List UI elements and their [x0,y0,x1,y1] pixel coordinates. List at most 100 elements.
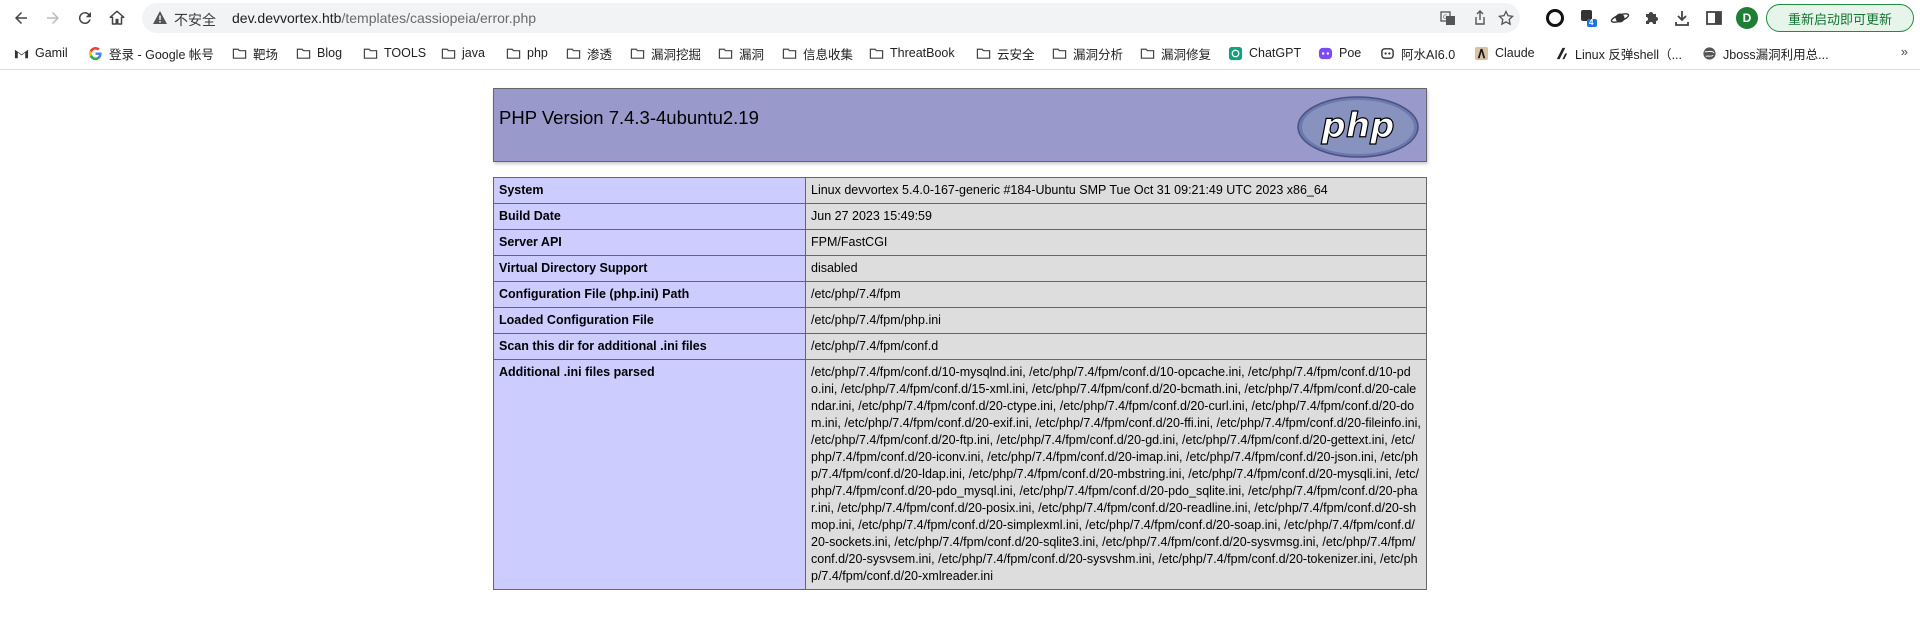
back-arrow-icon[interactable] [9,6,33,30]
browser-toolbar: 不安全 dev.devvortex.htb/templates/cassiope… [0,0,1920,36]
folder-icon [1052,46,1067,61]
bookmark-label: 信息收集 [803,47,854,62]
profile-avatar[interactable]: D [1736,7,1758,29]
globe-icon [1702,46,1717,61]
gmail-icon [14,46,29,61]
folder-icon [976,46,991,61]
folder-icon [296,46,311,61]
table-row: Virtual Directory Support disabled [493,255,1427,282]
folder-icon [782,46,797,61]
translate-icon[interactable]: G [1440,10,1456,26]
folder-icon [441,46,456,61]
download-icon[interactable] [1672,8,1692,28]
bookmark-ashui-ai[interactable]: 阿水AI6.0 [1380,44,1455,62]
php-logo[interactable]: php [1296,96,1420,158]
table-row: Scan this dir for additional .ini files … [493,333,1427,360]
info-value: Jun 27 2023 15:49:59 [805,203,1427,230]
folder-icon [630,46,645,61]
security-label[interactable]: 不安全 [174,10,216,30]
bookmarks-bar: Gamil 登录 - Google 帐号 靶场 Blog TOOLS java … [0,36,1920,70]
bookmark-folder-php[interactable]: php [506,44,548,62]
table-row: System Linux devvortex 5.4.0-167-generic… [493,177,1427,204]
bookmark-label: 漏洞修复 [1161,47,1212,62]
info-key: Scan this dir for additional .ini files [493,333,806,360]
info-value: /etc/php/7.4/fpm/conf.d [805,333,1427,360]
bookmark-folder-info-gathering[interactable]: 信息收集 [782,44,853,62]
claude-icon [1474,46,1489,61]
php-version-header: PHP Version 7.4.3-4ubuntu2.19 php [493,88,1427,162]
table-row: Loaded Configuration File /etc/php/7.4/f… [493,307,1427,334]
bookmark-poe[interactable]: Poe [1318,44,1361,62]
update-restart-button[interactable]: 重新启动即可更新 [1766,4,1914,32]
bookmark-label: php [527,46,548,60]
info-value: /etc/php/7.4/fpm/php.ini [805,307,1427,334]
bookmark-gamil[interactable]: Gamil [14,44,68,62]
bookmark-linux-reverse-shell[interactable]: Linux 反弹shell（... [1554,44,1682,62]
forward-arrow-icon[interactable] [41,6,65,30]
bookmark-folder-vuln-fix[interactable]: 漏洞修复 [1140,44,1211,62]
robot-icon [1380,46,1395,61]
url-path: /templates/cassiopeia/error.php [341,10,537,26]
bookmark-label: 云安全 [997,47,1035,62]
info-value: Linux devvortex 5.4.0-167-generic #184-U… [805,177,1427,204]
bookmark-label: Gamil [35,46,68,60]
bookmark-label: 阿水AI6.0 [1401,47,1456,62]
bookmarks-overflow-chevron-icon[interactable]: » [1901,44,1908,59]
home-icon[interactable] [105,6,129,30]
bookmark-jboss[interactable]: Jboss漏洞利用总... [1702,44,1829,62]
puzzle-icon[interactable] [1642,8,1662,28]
info-value: /etc/php/7.4/fpm/conf.d/10-mysqlnd.ini, … [805,359,1427,590]
bookmark-label: Blog [317,46,343,60]
bookmark-label: Claude [1495,46,1535,60]
info-key: Virtual Directory Support [493,255,806,282]
url-text[interactable]: dev.devvortex.htb/templates/cassiopeia/e… [232,10,536,26]
reload-icon[interactable] [73,6,97,30]
svg-text:G: G [1443,14,1448,21]
bookmark-label: 渗透 [587,47,613,62]
folder-icon [869,46,884,61]
star-icon[interactable] [1497,9,1515,26]
bookmark-folder-vulns[interactable]: 漏洞 [718,44,764,62]
extension-badge-icon[interactable]: 4 [1578,8,1598,28]
info-value: /etc/php/7.4/fpm [805,281,1427,308]
bookmark-folder-target-range[interactable]: 靶场 [232,44,278,62]
google-icon [88,46,103,61]
bookmark-label: Linux 反弹shell（... [1575,47,1682,62]
extension-circle-icon[interactable] [1545,8,1565,28]
bookmark-label: 登录 - Google 帐号 [109,47,214,62]
address-bar[interactable]: 不安全 dev.devvortex.htb/templates/cassiope… [142,3,1520,33]
planet-extension-icon[interactable] [1610,8,1630,28]
bookmark-folder-vuln-hunting[interactable]: 漏洞挖掘 [630,44,701,62]
php-info-table: System Linux devvortex 5.4.0-167-generic… [493,177,1427,590]
bookmark-label: TOOLS [384,46,427,60]
bookmark-folder-pentest[interactable]: 渗透 [566,44,612,62]
side-panel-icon[interactable] [1704,8,1724,28]
bookmark-folder-tools[interactable]: TOOLS [363,44,426,62]
bookmark-google-account[interactable]: 登录 - Google 帐号 [88,44,214,62]
bookmark-label: 漏洞 [739,47,765,62]
bookmark-folder-cloud-security[interactable]: 云安全 [976,44,1035,62]
bookmark-label: ChatGPT [1249,46,1302,60]
info-key: Build Date [493,203,806,230]
poe-icon [1318,46,1333,61]
table-row: Additional .ini files parsed /etc/php/7.… [493,359,1427,590]
bookmark-chatgpt[interactable]: ChatGPT [1228,44,1301,62]
bookmark-folder-java[interactable]: java [441,44,485,62]
folder-icon [363,46,378,61]
bookmark-label: 漏洞分析 [1073,47,1124,62]
link-icon [1554,46,1569,61]
share-icon[interactable] [1472,10,1488,26]
bookmark-claude[interactable]: Claude [1474,44,1535,62]
info-key: Additional .ini files parsed [493,359,806,590]
folder-icon [1140,46,1155,61]
bookmark-folder-threatbook[interactable]: ThreatBook [869,44,955,62]
php-version-title: PHP Version 7.4.3-4ubuntu2.19 [499,107,759,128]
warning-icon[interactable] [152,10,168,26]
php-logo-text: php [1321,106,1395,146]
extension-badge-count: 4 [1589,18,1594,27]
bookmark-label: Jboss漏洞利用总... [1723,47,1829,62]
bookmark-folder-blog[interactable]: Blog [296,44,342,62]
bookmark-label: Poe [1339,46,1362,60]
table-row: Build Date Jun 27 2023 15:49:59 [493,203,1427,230]
bookmark-folder-vuln-analysis[interactable]: 漏洞分析 [1052,44,1123,62]
